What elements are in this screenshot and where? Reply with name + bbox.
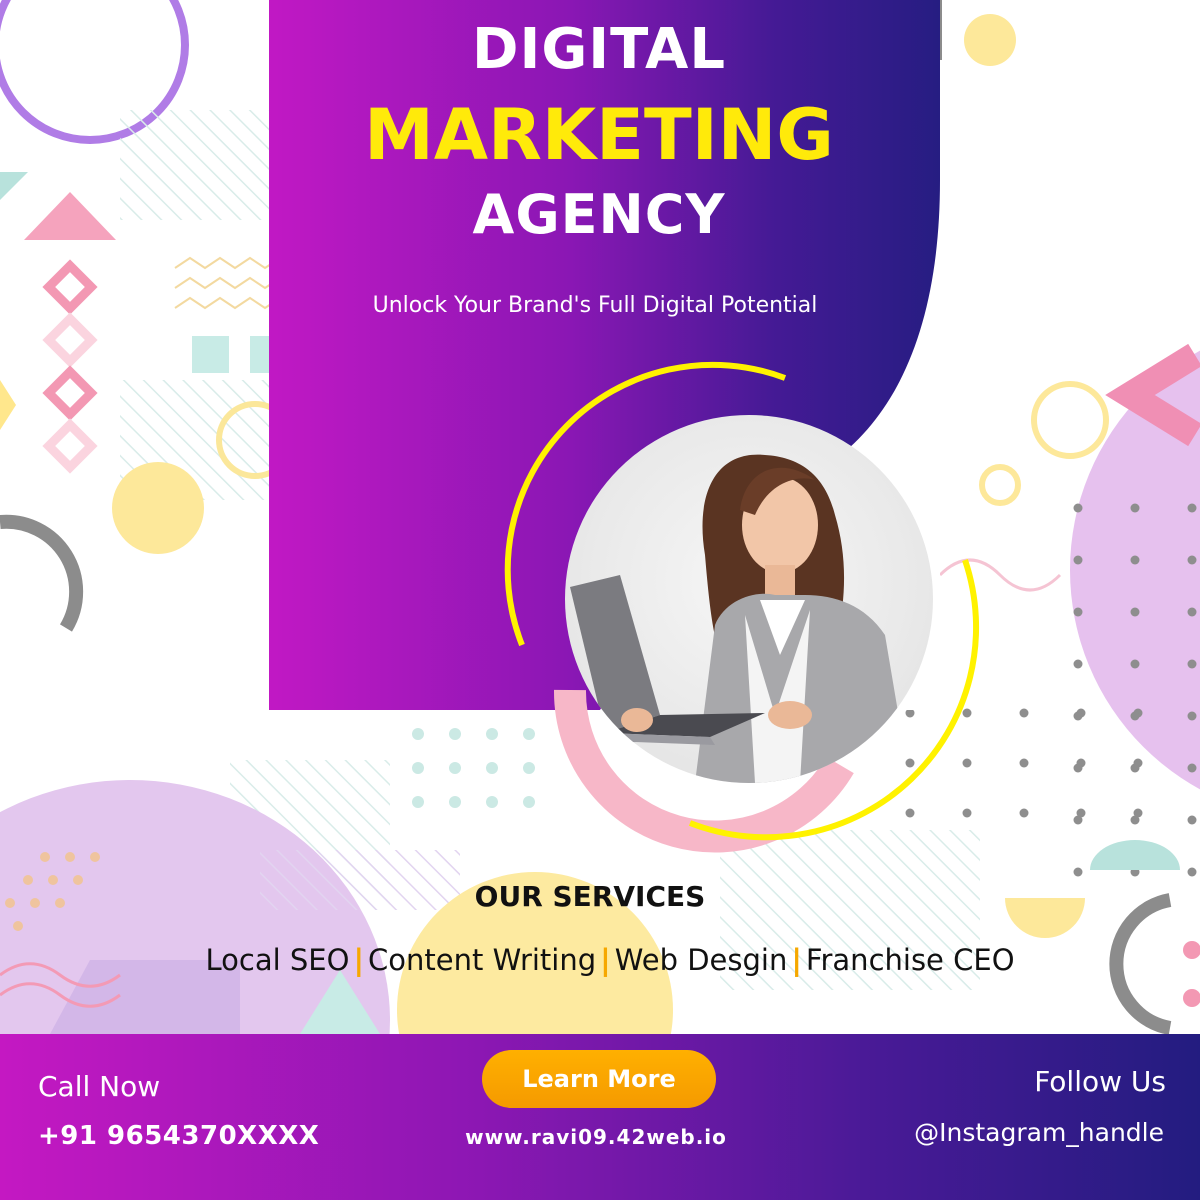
follow-us-label: Follow Us: [1034, 1065, 1166, 1098]
separator: |: [353, 943, 365, 977]
tagline: Unlock Your Brand's Full Digital Potenti…: [372, 293, 818, 318]
service-item: Web Desgin: [614, 943, 788, 977]
instagram-handle[interactable]: @Instagram_handle: [914, 1118, 1164, 1147]
service-item: Franchise CEO: [805, 943, 1015, 977]
headline-line-3: AGENCY: [472, 183, 726, 246]
separator: |: [791, 943, 802, 977]
poster: DIGITAL MARKETING AGENCY Unlock Your Bra…: [0, 0, 1200, 1200]
call-now-label: Call Now: [38, 1070, 161, 1103]
learn-more-button[interactable]: Learn More: [482, 1050, 716, 1108]
headline-line-2: MARKETING: [364, 94, 834, 176]
headline-line-1: DIGITAL: [472, 17, 726, 82]
service-item: Local SEO: [205, 943, 350, 977]
woman-with-laptop-photo: [565, 415, 933, 783]
services-title: OUR SERVICES: [474, 880, 706, 913]
services-list: Local SEO | Content Writing | Web Desgin | Fra…: [0, 943, 1200, 977]
phone-number[interactable]: +91 9654370XXXX: [38, 1121, 319, 1151]
website-link[interactable]: www.ravi09.42web.io: [456, 1125, 736, 1149]
service-item: Content Writing: [368, 943, 597, 977]
separator: |: [600, 943, 611, 977]
